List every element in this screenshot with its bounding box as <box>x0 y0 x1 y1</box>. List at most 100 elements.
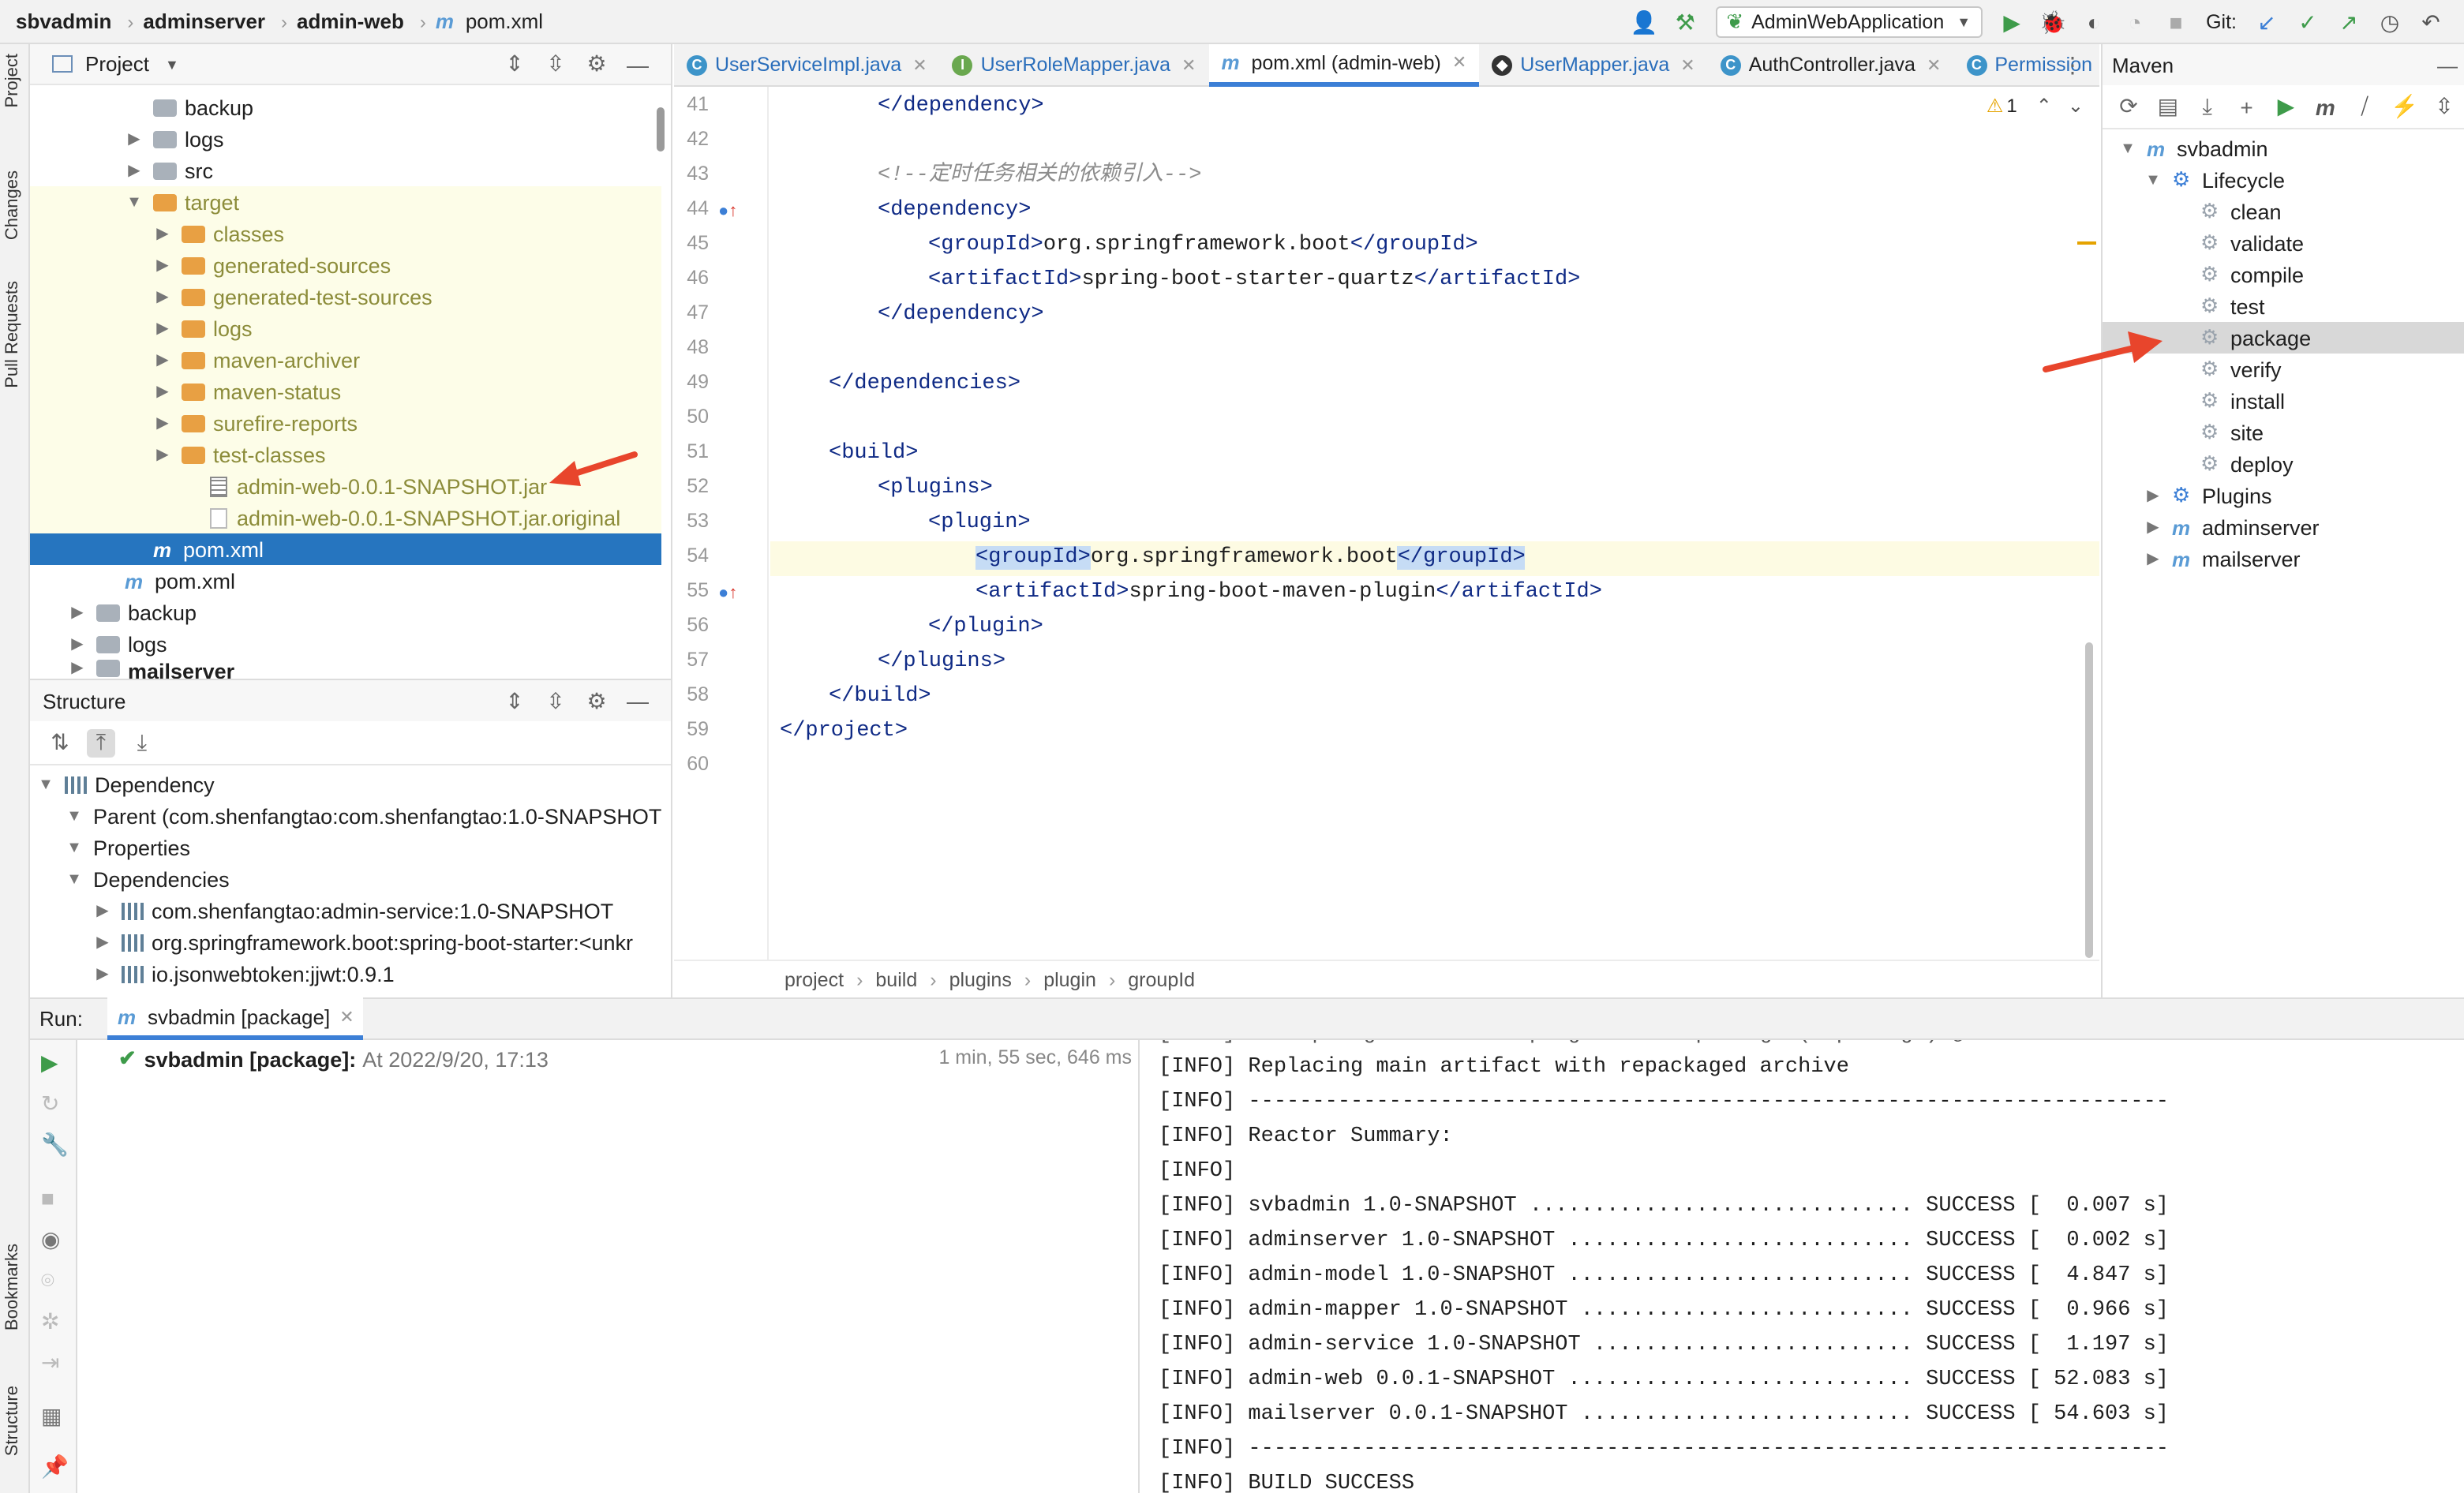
chevron-right-icon[interactable]: ▶ <box>153 256 172 274</box>
maven-phase-validate[interactable]: ⚙ validate <box>2103 227 2464 259</box>
tree-item-src[interactable]: ▶ src <box>30 155 661 186</box>
scrollbar-thumb[interactable] <box>2085 642 2093 958</box>
chevron-down-icon[interactable]: ▼ <box>2118 140 2137 157</box>
add-icon[interactable]: + <box>2234 92 2260 121</box>
tree-item-pom-selected[interactable]: m pom.xml <box>30 533 661 565</box>
chevron-right-icon[interactable]: ▶ <box>68 635 87 653</box>
structure-item[interactable]: ▶ org.springframework.boot:spring-boot-st… <box>30 926 672 958</box>
chevron-right-icon[interactable]: ▶ <box>93 965 112 982</box>
chevron-right-icon[interactable]: ▶ <box>153 446 172 463</box>
pin-icon[interactable]: 📌 <box>41 1454 69 1480</box>
sort-alpha-icon[interactable]: ⇅ <box>46 728 74 757</box>
run-tab[interactable]: m svbadmin [package] ✕ <box>107 997 364 1040</box>
tree-item-backup[interactable]: backup <box>30 92 661 123</box>
chevron-down-icon[interactable]: ⌄ <box>2068 95 2084 117</box>
maven-root[interactable]: ▼ m svbadmin <box>2103 133 2464 164</box>
maven-phase-clean[interactable]: ⚙ clean <box>2103 196 2464 227</box>
implemented-marker-icon[interactable]: ●↑ <box>718 584 737 603</box>
run-icon[interactable]: ▶ <box>2273 92 2300 121</box>
git-push-icon[interactable]: ↗ <box>2335 8 2363 36</box>
skip-tests-icon[interactable]: ⧸ <box>2351 92 2378 121</box>
chevron-right-icon[interactable]: ▶ <box>68 604 87 621</box>
rollback-icon[interactable]: ↶ <box>2417 8 2445 36</box>
rerun-failed-icon[interactable]: ↻ <box>41 1091 59 1117</box>
breadcrumb-item[interactable]: plugins <box>949 968 1012 990</box>
structure-tool-tab[interactable]: Structure <box>3 1386 22 1456</box>
inspection-widget[interactable]: ⚠ 1 ⌃ ⌄ <box>1987 95 2084 117</box>
maven-lifecycle[interactable]: ▼ ⚙ Lifecycle <box>2103 164 2464 196</box>
hammer-icon[interactable]: ⚒ <box>1671 8 1699 36</box>
tree-item-snapshot-jar-original[interactable]: admin-web-0.0.1-SNAPSHOT.jar.original <box>30 502 661 533</box>
tree-item-root-logs[interactable]: ▶ logs <box>30 628 661 660</box>
breadcrumb-item[interactable]: project <box>785 968 844 990</box>
chevron-down-icon[interactable]: ▼ <box>65 839 84 856</box>
collapse-all-icon[interactable]: ⇳ <box>541 50 570 78</box>
download-icon[interactable]: ⤓ <box>2194 92 2221 121</box>
bookmarks-tool-tab[interactable]: Bookmarks <box>3 1244 22 1330</box>
minimize-icon[interactable]: — <box>2437 53 2458 77</box>
generate-sources-icon[interactable]: ▤ <box>2155 92 2181 121</box>
chevron-down-icon[interactable]: ▼ <box>65 870 84 888</box>
maven-phase-site[interactable]: ⚙ site <box>2103 417 2464 448</box>
close-icon[interactable]: ✕ <box>339 1006 354 1027</box>
chevron-right-icon[interactable]: ▶ <box>153 383 172 400</box>
tab-userrolemapper[interactable]: I UserRoleMapper.java ✕ <box>940 43 1209 86</box>
chevron-right-icon[interactable]: ▶ <box>153 320 172 337</box>
tree-item-target[interactable]: ▼ target <box>30 186 661 218</box>
structure-item[interactable]: ▼ Parent (com.shenfangtao:com.shenfangtao… <box>30 800 672 832</box>
chevron-right-icon[interactable]: ▶ <box>2144 550 2163 567</box>
expand-all-icon[interactable]: ⇕ <box>500 687 529 715</box>
structure-item[interactable]: ▼ Dependency <box>30 769 672 800</box>
tab-pom-admin-web[interactable]: m pom.xml (admin-web) ✕ <box>1208 43 1480 86</box>
run-task-row[interactable]: ✔ svbadmin [package]: At 2022/9/20, 17:1… <box>118 1043 549 1075</box>
tree-item-generated-sources[interactable]: ▶ generated-sources <box>30 249 661 281</box>
minimize-icon[interactable]: — <box>623 687 652 715</box>
gear-icon[interactable]: ⚙ <box>582 50 611 78</box>
chevron-right-icon[interactable]: ▶ <box>2144 487 2163 504</box>
wrench-icon[interactable]: 🔧 <box>41 1132 69 1158</box>
rerun-icon[interactable]: ▶ <box>41 1050 58 1076</box>
structure-item[interactable]: ▶ io.jsonwebtoken:jjwt:0.9.1 <box>30 958 672 990</box>
maven-goal-icon[interactable]: m <box>2312 92 2339 121</box>
eye-icon[interactable]: ◉ <box>41 1226 60 1253</box>
chevron-right-icon[interactable]: ▶ <box>153 414 172 432</box>
structure-item[interactable]: ▼ Dependencies <box>30 863 672 895</box>
breadcrumb-module[interactable]: adminserver <box>143 9 265 33</box>
offline-icon[interactable]: ⚡ <box>2391 92 2418 121</box>
maven-phase-test[interactable]: ⚙ test <box>2103 290 2464 322</box>
close-icon[interactable]: ✕ <box>1181 54 1196 75</box>
maven-phase-compile[interactable]: ⚙ compile <box>2103 259 2464 290</box>
reload-icon[interactable]: ⟳ <box>2115 92 2142 121</box>
console-output[interactable]: [INFO] --- spring-boot-maven-plugin:2.x:… <box>1141 1040 2464 1493</box>
debug-icon[interactable]: 🐞 <box>2039 8 2067 36</box>
camera-icon[interactable]: ⌾ <box>41 1267 54 1294</box>
tree-item-root-backup[interactable]: ▶ backup <box>30 597 661 628</box>
tree-item-mailserver[interactable]: ▶ mailserver <box>30 660 661 679</box>
run-icon[interactable]: ▶ <box>1998 8 2026 36</box>
stop-icon[interactable]: ■ <box>2162 8 2190 36</box>
tree-item-maven-archiver[interactable]: ▶ maven-archiver <box>30 344 661 376</box>
chevron-down-icon[interactable]: ▼ <box>125 193 144 211</box>
tab-usermapper[interactable]: ◆ UserMapper.java ✕ <box>1479 43 1707 86</box>
bug-icon[interactable]: ✲ <box>41 1308 59 1335</box>
chevron-right-icon[interactable]: ▶ <box>125 162 144 179</box>
user-icon[interactable]: 👤 <box>1630 8 1658 36</box>
maven-module-mailserver[interactable]: ▶ m mailserver <box>2103 543 2464 574</box>
chevron-down-icon[interactable]: ▼ <box>65 807 84 825</box>
tree-item-pom[interactable]: m pom.xml <box>30 565 661 597</box>
close-icon[interactable]: ✕ <box>1927 54 1941 75</box>
breadcrumb-item[interactable]: build <box>875 968 917 990</box>
profile-icon[interactable]: ◔ <box>2121 8 2149 36</box>
maven-plugins[interactable]: ▶ ⚙ Plugins <box>2103 480 2464 511</box>
chevron-right-icon[interactable]: ▶ <box>93 934 112 951</box>
run-configuration-select[interactable]: ❦ AdminWebApplication ▼ <box>1715 6 1983 38</box>
code-editor[interactable]: </dependency> <!--定时任务相关的依赖引入--> <depend… <box>770 87 2099 960</box>
gear-icon[interactable]: ⚙ <box>582 687 611 715</box>
tree-item-target-logs[interactable]: ▶ logs <box>30 312 661 344</box>
scrollbar-thumb[interactable] <box>657 107 665 152</box>
chevron-right-icon[interactable]: ▶ <box>153 225 172 242</box>
chevron-down-icon[interactable]: ▼ <box>2144 171 2163 189</box>
import-icon[interactable]: ⇥ <box>41 1349 59 1376</box>
chevron-down-icon[interactable]: ▼ <box>36 776 55 793</box>
maven-phase-deploy[interactable]: ⚙ deploy <box>2103 448 2464 480</box>
